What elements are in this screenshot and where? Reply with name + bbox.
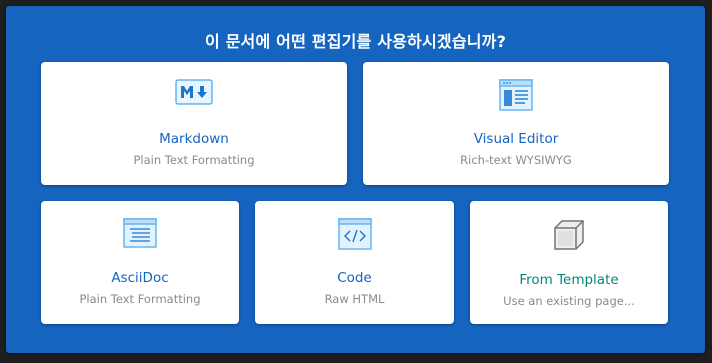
markdown-label: Markdown xyxy=(159,131,229,147)
code-editor-card[interactable]: Code Raw HTML xyxy=(255,201,454,324)
asciidoc-icon xyxy=(41,218,239,248)
visual-editor-label: Visual Editor xyxy=(473,131,559,147)
markdown-icon xyxy=(41,79,347,105)
code-label: Code xyxy=(337,270,372,286)
editor-select-dialog: 이 문서에 어떤 편집기를 사용하시겠습니까? Markdown Plain T… xyxy=(6,6,705,353)
asciidoc-description: Plain Text Formatting xyxy=(79,292,201,306)
asciidoc-label: AsciiDoc xyxy=(111,270,169,286)
visual-editor-description: Rich-text WYSIWYG xyxy=(460,153,572,167)
template-cube-icon xyxy=(470,218,668,252)
from-template-description: Use an existing page... xyxy=(503,294,635,308)
asciidoc-editor-card[interactable]: AsciiDoc Plain Text Formatting xyxy=(41,201,239,324)
from-template-label: From Template xyxy=(519,272,619,288)
visual-editor-card[interactable]: Visual Editor Rich-text WYSIWYG xyxy=(363,62,669,185)
markdown-editor-card[interactable]: Markdown Plain Text Formatting xyxy=(41,62,347,185)
code-description: Raw HTML xyxy=(324,292,385,306)
from-template-card[interactable]: From Template Use an existing page... xyxy=(470,201,668,324)
visual-editor-icon xyxy=(363,79,669,111)
dialog-title: 이 문서에 어떤 편집기를 사용하시겠습니까? xyxy=(204,32,507,51)
markdown-description: Plain Text Formatting xyxy=(133,153,255,167)
code-icon xyxy=(255,218,454,250)
